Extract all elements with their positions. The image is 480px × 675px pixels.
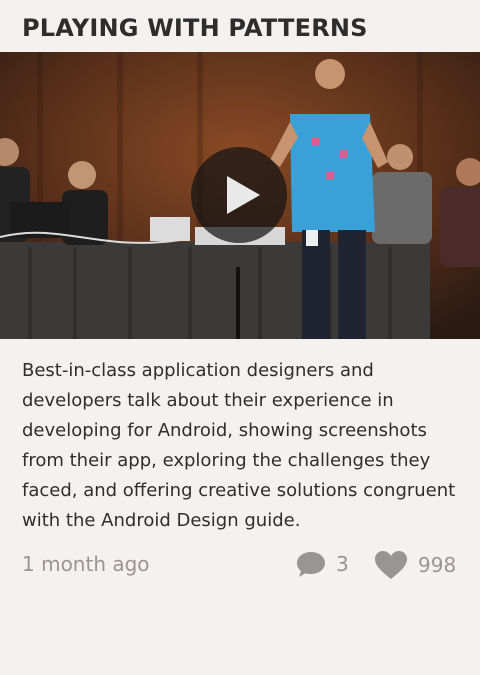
play-icon — [226, 176, 260, 214]
heart-icon — [375, 551, 407, 579]
like-count: 998 — [418, 553, 457, 577]
comment-bubble-icon — [297, 552, 325, 577]
comment-count: 3 — [336, 552, 349, 576]
comments-button[interactable]: 3 — [296, 550, 349, 578]
video-title: PLAYING WITH PATTERNS — [22, 14, 368, 42]
play-button[interactable] — [191, 147, 287, 243]
video-description: Best-in-class application designers and … — [22, 360, 456, 531]
video-thumbnail[interactable] — [0, 52, 480, 339]
like-button[interactable]: 998 — [374, 550, 456, 580]
meta-row: 1 month ago 3 998 — [22, 550, 458, 582]
posted-time: 1 month ago — [22, 552, 150, 576]
